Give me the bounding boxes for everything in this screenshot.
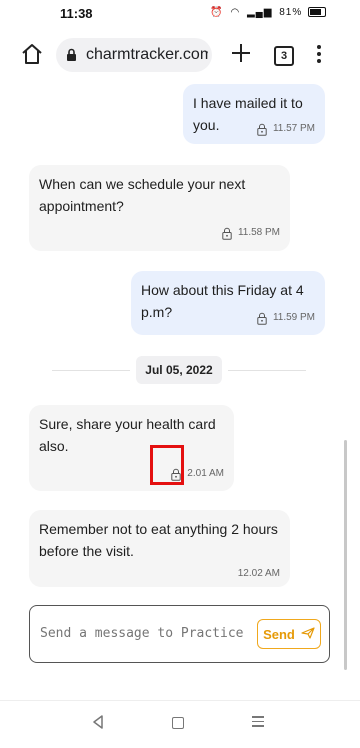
lock-icon bbox=[257, 123, 267, 136]
message-text: Remember not to eat anything 2 hours bef… bbox=[39, 521, 278, 559]
message-time: 11.58 PM bbox=[237, 227, 280, 238]
message-composer: Send bbox=[29, 605, 330, 663]
alarm-icon: ⏰ bbox=[210, 7, 224, 18]
plus-icon bbox=[232, 44, 250, 62]
message-bubble: Remember not to eat anything 2 hours bef… bbox=[29, 510, 290, 587]
wifi-icon: ◠ bbox=[230, 7, 241, 18]
status-bar: 11:38 ⏰ ◠ ▂▄▆ 81% bbox=[0, 0, 360, 28]
status-time: 11:38 bbox=[60, 6, 93, 21]
tab-switcher-button[interactable]: 3 bbox=[274, 46, 294, 66]
back-icon[interactable] bbox=[92, 715, 104, 734]
battery-percent: 81% bbox=[279, 7, 303, 18]
send-button[interactable]: Send bbox=[257, 619, 321, 649]
message-input[interactable] bbox=[38, 617, 252, 649]
home-button[interactable] bbox=[20, 42, 44, 66]
battery-icon bbox=[308, 7, 326, 18]
message-time: 12.02 AM bbox=[237, 568, 280, 579]
message-bubble: I have mailed it to you. 11.57 PM bbox=[183, 84, 325, 144]
new-tab-button[interactable] bbox=[230, 42, 252, 67]
message-bubble: How about this Friday at 4 p.m? 11.59 PM bbox=[131, 271, 325, 335]
highlight-box bbox=[150, 445, 184, 485]
lock-icon bbox=[222, 227, 232, 240]
message-meta: 11.57 PM bbox=[257, 118, 315, 140]
address-bar[interactable]: charmtracker.com bbox=[56, 38, 212, 72]
scrollbar[interactable] bbox=[344, 440, 347, 670]
message-time: 2.01 AM bbox=[187, 468, 224, 479]
message-time: 11.57 PM bbox=[272, 123, 315, 134]
message-text: Sure, share your health card also. bbox=[39, 416, 216, 454]
overflow-menu-button[interactable] bbox=[314, 42, 324, 66]
url-text: charmtracker.com bbox=[86, 46, 208, 63]
message-time: 11.59 PM bbox=[272, 312, 315, 323]
system-navigation-bar bbox=[0, 700, 360, 748]
lock-icon bbox=[257, 312, 267, 325]
send-label: Send bbox=[263, 626, 295, 642]
signal-icon: ▂▄▆ bbox=[246, 7, 273, 18]
lock-icon bbox=[66, 48, 77, 67]
date-separator: Jul 05, 2022 bbox=[0, 356, 360, 384]
message-meta: 11.59 PM bbox=[257, 307, 315, 329]
home-icon bbox=[22, 44, 42, 64]
send-icon bbox=[301, 626, 315, 642]
date-label: Jul 05, 2022 bbox=[136, 356, 222, 384]
message-text: When can we schedule your next appointme… bbox=[39, 176, 246, 214]
message-meta: 11.58 PM bbox=[222, 222, 280, 244]
recents-icon[interactable] bbox=[252, 716, 264, 730]
message-meta: 12.02 AM bbox=[238, 563, 280, 585]
status-icons: ⏰ ◠ ▂▄▆ 81% bbox=[207, 7, 326, 18]
message-bubble: When can we schedule your next appointme… bbox=[29, 165, 290, 251]
browser-toolbar: charmtracker.com 3 bbox=[0, 28, 360, 85]
home-nav-icon[interactable] bbox=[172, 717, 184, 729]
message-bubble: Sure, share your health card also. 2.01 … bbox=[29, 405, 234, 491]
